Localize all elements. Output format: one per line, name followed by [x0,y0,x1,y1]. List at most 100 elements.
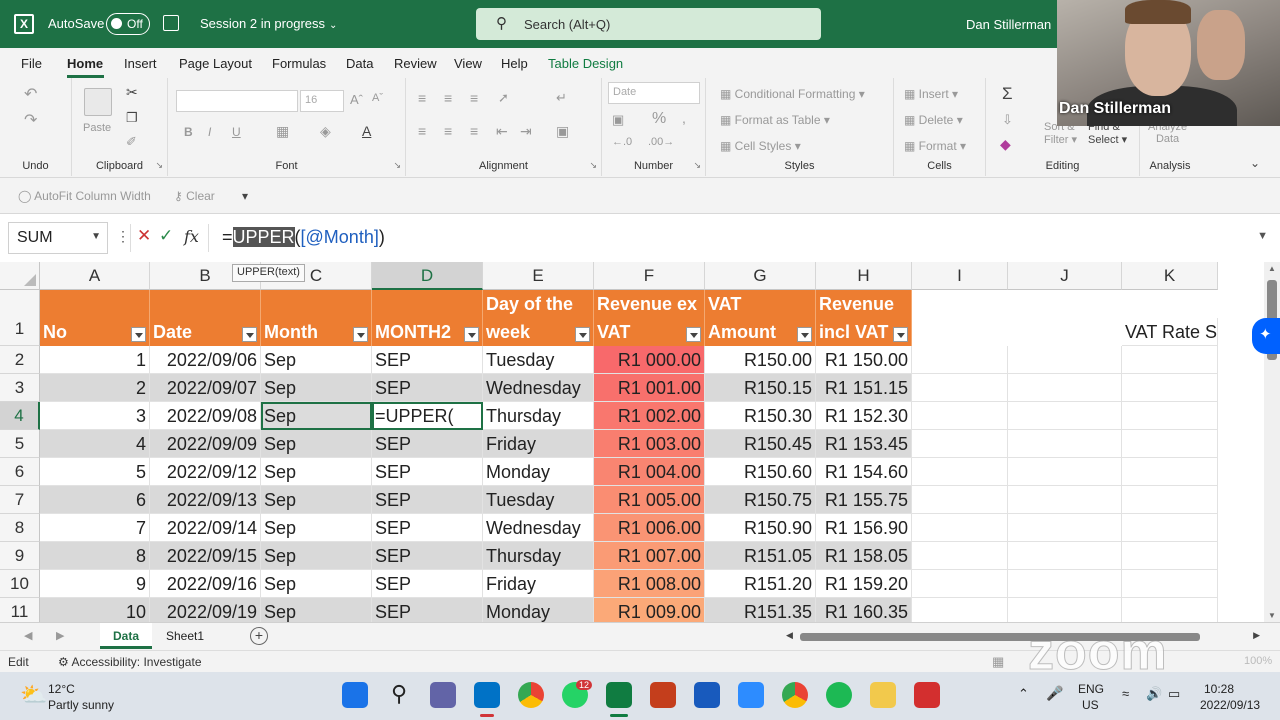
clock-time[interactable]: 10:28 [1204,682,1234,696]
acrobat-icon[interactable] [914,682,940,708]
cell-g10[interactable]: R151.20 [705,570,816,598]
scroll-left-icon[interactable]: ◀ [786,630,793,641]
empty-cell[interactable] [912,486,1008,514]
cell-e11[interactable]: Monday [483,598,594,622]
cell-h5[interactable]: R1 153.45 [816,430,912,458]
cell-b10[interactable]: 2022/09/16 [150,570,261,598]
save-icon[interactable] [163,15,179,31]
font-size-field[interactable]: 16 [300,90,344,112]
search-box[interactable]: ⚲ Search (Alt+Q) [476,8,821,40]
column-header-e[interactable]: E [483,262,594,290]
cell-h6[interactable]: R1 154.60 [816,458,912,486]
table-header-b[interactable]: Date [150,290,261,346]
cell-h2[interactable]: R1 150.00 [816,346,912,374]
empty-cell[interactable] [1122,598,1218,622]
cell-g5[interactable]: R150.45 [705,430,816,458]
undo-icon[interactable]: ↶ [24,84,37,104]
spotify-icon[interactable] [826,682,852,708]
cell-f10[interactable]: R1 008.00 [594,570,705,598]
cell-g11[interactable]: R151.35 [705,598,816,622]
cut-icon[interactable]: ✂ [126,84,138,101]
format-cells-button[interactable]: ▦ Format ▾ [904,139,966,153]
outlook-icon[interactable] [474,682,500,708]
cell-f3[interactable]: R1 001.00 [594,374,705,402]
align-bottom-icon[interactable]: ≡ [470,90,478,106]
filter-dropdown-icon[interactable] [575,327,590,342]
empty-cell[interactable] [1122,570,1218,598]
cell-f5[interactable]: R1 003.00 [594,430,705,458]
battery-icon[interactable]: ▭ [1168,686,1180,702]
empty-cell[interactable] [1122,346,1218,374]
empty-cell[interactable] [1008,430,1122,458]
volume-icon[interactable]: 🔊 [1146,686,1162,702]
cell-e3[interactable]: Wednesday [483,374,594,402]
cell-f2[interactable]: R1 000.00 [594,346,705,374]
chrome-icon[interactable] [518,682,544,708]
cell-k1[interactable]: VAT Rate S [1122,318,1218,346]
row-header-11[interactable]: 11 [0,598,40,622]
cell-a5[interactable]: 4 [40,430,150,458]
more-options-icon[interactable]: ⋮ [116,228,130,245]
cell-d9[interactable]: SEP [372,542,483,570]
cell-e5[interactable]: Friday [483,430,594,458]
clock-date[interactable]: 2022/09/13 [1200,698,1260,712]
normal-view-icon[interactable]: ▦ [992,654,1004,670]
language-region[interactable]: US [1082,698,1099,712]
cell-b11[interactable]: 2022/09/19 [150,598,261,622]
increase-decimal-icon[interactable]: ←.0 [612,136,632,148]
next-sheet-icon[interactable]: ▶ [56,629,64,642]
align-left-icon[interactable]: ≡ [418,123,426,139]
cell-c2[interactable]: Sep [261,346,372,374]
cell-f7[interactable]: R1 005.00 [594,486,705,514]
cell-g4[interactable]: R150.30 [705,402,816,430]
cell-e8[interactable]: Wednesday [483,514,594,542]
fill-icon[interactable]: ⇩ [1002,112,1013,128]
empty-cell[interactable] [1008,346,1122,374]
conditional-formatting-button[interactable]: ▦ Conditional Formatting ▾ [720,87,865,101]
empty-cell[interactable] [912,598,1008,622]
cell-h9[interactable]: R1 158.05 [816,542,912,570]
row-header-6[interactable]: 6 [0,458,40,486]
cell-d6[interactable]: SEP [372,458,483,486]
document-title[interactable]: Session 2 in progress ⌄ [200,16,337,31]
empty-cell[interactable] [912,514,1008,542]
row-header-9[interactable]: 9 [0,542,40,570]
row-header-4[interactable]: 4 [0,402,40,430]
cell-h7[interactable]: R1 155.75 [816,486,912,514]
insert-cells-button[interactable]: ▦ Insert ▾ [904,87,958,101]
filter-dropdown-icon[interactable] [893,327,908,342]
empty-cell[interactable] [1122,458,1218,486]
cell-g7[interactable]: R150.75 [705,486,816,514]
empty-cell[interactable] [912,430,1008,458]
teams-icon[interactable] [430,682,456,708]
expand-formula-bar-icon[interactable]: ▼ [1257,230,1268,242]
row-header-2[interactable]: 2 [0,346,40,374]
empty-cell[interactable] [1122,514,1218,542]
sheet-tab-sheet1[interactable]: Sheet1 [160,623,210,649]
chrome-profile-icon[interactable] [782,682,808,708]
cell-g2[interactable]: R150.00 [705,346,816,374]
filter-dropdown-icon[interactable] [353,327,368,342]
font-launcher-icon[interactable]: ↘ [393,160,401,171]
cell-b8[interactable]: 2022/09/14 [150,514,261,542]
weather-desc[interactable]: Partly sunny [48,698,114,712]
cell-b9[interactable]: 2022/09/15 [150,542,261,570]
cell-c10[interactable]: Sep [261,570,372,598]
cell-d11[interactable]: SEP [372,598,483,622]
cell-a10[interactable]: 9 [40,570,150,598]
table-header-g[interactable]: VAT Amount [705,290,816,346]
decrease-indent-icon[interactable]: ⇤ [496,123,508,140]
filter-dropdown-icon[interactable] [464,327,479,342]
merge-center-icon[interactable]: ▣ [556,123,569,140]
percent-icon[interactable]: % [652,110,666,128]
accounting-icon[interactable]: ▣ [612,112,624,128]
scroll-down-icon[interactable]: ▼ [1268,611,1276,620]
zoom-app-icon[interactable] [738,682,764,708]
function-tooltip[interactable]: UPPER(text) [232,264,305,282]
tab-table-design[interactable]: Table Design [548,56,623,71]
font-color-icon[interactable]: A [362,123,371,139]
cell-a3[interactable]: 2 [40,374,150,402]
cell-f9[interactable]: R1 007.00 [594,542,705,570]
cell-c6[interactable]: Sep [261,458,372,486]
cell-h4[interactable]: R1 152.30 [816,402,912,430]
